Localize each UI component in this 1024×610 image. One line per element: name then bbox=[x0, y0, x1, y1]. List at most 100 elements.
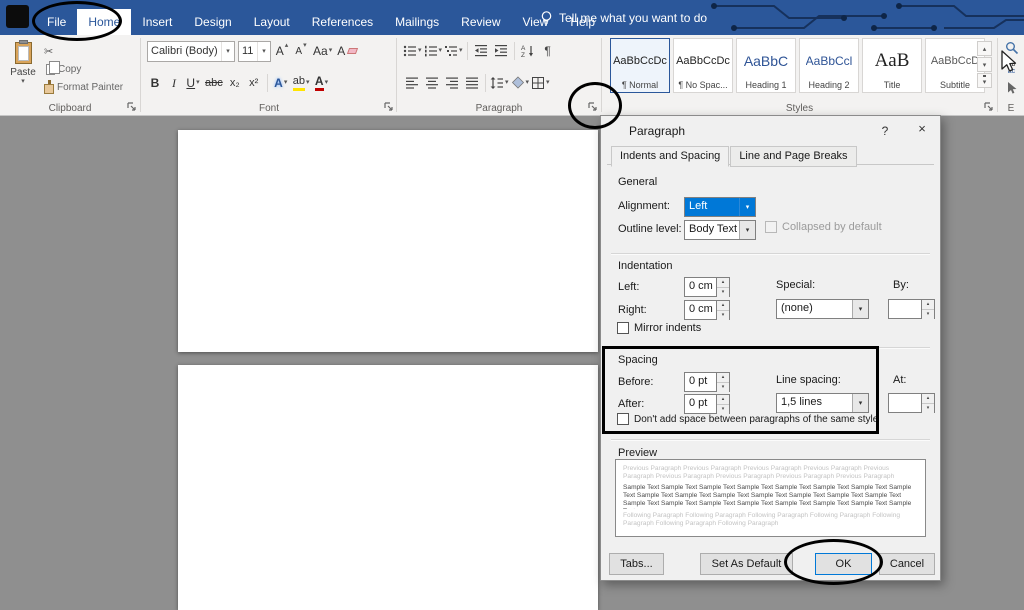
by-spinner[interactable]: ▴ ▾ bbox=[888, 299, 935, 319]
at-spinner[interactable]: ▴ ▾ bbox=[888, 393, 935, 413]
alignment-select[interactable]: Left ▾ bbox=[684, 197, 756, 217]
tabs-button[interactable]: Tabs... bbox=[609, 553, 664, 575]
sort-button[interactable]: AZ bbox=[519, 41, 537, 62]
underline-button[interactable]: U ▾ bbox=[185, 73, 201, 94]
chevron-down-icon[interactable]: ▾ bbox=[852, 300, 868, 318]
align-left-button[interactable] bbox=[403, 73, 421, 94]
spin-up-button[interactable]: ▴ bbox=[717, 301, 729, 311]
gallery-down-button[interactable]: ▾ bbox=[977, 57, 992, 72]
strikethrough-button[interactable]: abc bbox=[204, 73, 224, 94]
paste-button[interactable]: Paste ▾ bbox=[5, 39, 41, 101]
borders-button[interactable]: ▾ bbox=[531, 73, 550, 94]
chevron-down-icon[interactable]: ▾ bbox=[221, 41, 234, 61]
align-right-button[interactable] bbox=[443, 73, 461, 94]
gallery-up-button[interactable]: ▴ bbox=[977, 41, 992, 56]
grow-font-button[interactable]: A ▴ bbox=[274, 41, 290, 62]
ok-button[interactable]: OK bbox=[815, 553, 872, 575]
styles-dialog-launcher[interactable] bbox=[984, 102, 994, 112]
spin-down-button[interactable]: ▾ bbox=[922, 404, 934, 413]
select-button[interactable] bbox=[1002, 79, 1021, 97]
style-card-heading1[interactable]: AaBbC Heading 1 bbox=[736, 38, 796, 93]
shrink-font-button[interactable]: A ▾ bbox=[293, 41, 309, 62]
chevron-down-icon[interactable]: ▾ bbox=[739, 198, 755, 216]
clear-formatting-button[interactable]: A bbox=[336, 41, 359, 62]
subscript-button[interactable]: x₂ bbox=[227, 73, 243, 94]
chevron-down-icon: ▾ bbox=[328, 47, 333, 54]
tell-me-box[interactable]: Tell me what you want to do bbox=[540, 0, 707, 35]
spin-up-button[interactable]: ▴ bbox=[717, 373, 729, 383]
increase-indent-button[interactable] bbox=[492, 41, 510, 62]
bullets-button[interactable]: ▾ bbox=[403, 41, 422, 62]
word-app-icon[interactable] bbox=[6, 5, 29, 28]
chevron-down-icon[interactable]: ▾ bbox=[739, 221, 755, 239]
spin-down-button[interactable]: ▾ bbox=[717, 288, 729, 297]
font-color-button[interactable]: A ▾ bbox=[314, 73, 330, 94]
dont-add-space-checkbox[interactable]: Don't add space between paragraphs of th… bbox=[617, 413, 878, 425]
format-painter-button[interactable]: Format Painter bbox=[44, 79, 123, 96]
font-size-select[interactable]: 11 ▾ bbox=[238, 40, 271, 62]
ribbon-tab-file[interactable]: File bbox=[36, 9, 77, 35]
special-select[interactable]: (none) ▾ bbox=[776, 299, 869, 319]
chevron-down-icon[interactable]: ▾ bbox=[257, 41, 270, 61]
help-button[interactable]: ? bbox=[877, 124, 893, 138]
gallery-more-button[interactable]: ▾ bbox=[977, 73, 992, 88]
bold-button[interactable]: B bbox=[147, 73, 163, 94]
style-name: Heading 2 bbox=[808, 80, 850, 90]
close-button[interactable]: × bbox=[912, 121, 932, 136]
outline-level-select[interactable]: Body Text ▾ bbox=[684, 220, 756, 240]
ribbon-tab-home[interactable]: Home bbox=[77, 9, 132, 35]
style-card-no-spacing[interactable]: AaBbCcDc ¶ No Spac... bbox=[673, 38, 733, 93]
checkbox-box[interactable] bbox=[617, 413, 629, 425]
spin-up-button[interactable]: ▴ bbox=[922, 300, 934, 310]
paragraph-dialog-launcher[interactable] bbox=[588, 102, 598, 112]
spacing-before-spinner[interactable]: 0 pt ▴ ▾ bbox=[684, 372, 730, 392]
spacing-after-spinner[interactable]: 0 pt ▴ ▾ bbox=[684, 394, 730, 414]
style-card-subtitle[interactable]: AaBbCcD Subtitle bbox=[925, 38, 985, 93]
font-dialog-launcher[interactable] bbox=[384, 102, 394, 112]
spin-up-button[interactable]: ▴ bbox=[717, 278, 729, 288]
indent-right-spinner[interactable]: 0 cm ▴ ▾ bbox=[684, 300, 730, 320]
spin-up-button[interactable]: ▴ bbox=[717, 395, 729, 405]
superscript-button[interactable]: x² bbox=[246, 73, 262, 94]
ribbon-tab-design[interactable]: Design bbox=[183, 9, 242, 35]
highlight-button[interactable]: ab ▾ bbox=[292, 73, 311, 94]
change-case-button[interactable]: Aa ▾ bbox=[312, 41, 333, 62]
justify-button[interactable] bbox=[463, 73, 481, 94]
document-page[interactable] bbox=[178, 130, 598, 352]
tab-indents-and-spacing[interactable]: Indents and Spacing bbox=[611, 146, 730, 167]
copy-button[interactable]: Copy bbox=[44, 61, 81, 78]
style-card-title[interactable]: AaB Title bbox=[862, 38, 922, 93]
multilevel-list-button[interactable]: ▾ bbox=[444, 41, 463, 62]
numbering-button[interactable]: ▾ bbox=[424, 41, 442, 62]
font-family-select[interactable]: Calibri (Body) ▾ bbox=[147, 40, 235, 62]
spin-down-button[interactable]: ▾ bbox=[717, 383, 729, 392]
ribbon-tab-references[interactable]: References bbox=[301, 9, 384, 35]
align-center-button[interactable] bbox=[423, 73, 441, 94]
tab-line-and-page-breaks[interactable]: Line and Page Breaks bbox=[730, 146, 857, 167]
clipboard-dialog-launcher[interactable] bbox=[127, 102, 137, 112]
set-as-default-button[interactable]: Set As Default bbox=[700, 553, 793, 575]
mirror-indents-checkbox[interactable]: Mirror indents bbox=[617, 322, 701, 334]
style-card-heading2[interactable]: AaBbCcl Heading 2 bbox=[799, 38, 859, 93]
ribbon-tab-insert[interactable]: Insert bbox=[131, 9, 183, 35]
ribbon-tab-review[interactable]: Review bbox=[450, 9, 511, 35]
text-effects-button[interactable]: A ▾ bbox=[273, 73, 289, 94]
spin-up-button[interactable]: ▴ bbox=[922, 394, 934, 404]
italic-button[interactable]: I bbox=[166, 73, 182, 94]
cut-button[interactable]: ✂ bbox=[44, 43, 53, 60]
shading-button[interactable]: ▾ bbox=[511, 73, 529, 94]
line-spacing-button[interactable]: ▾ bbox=[490, 73, 509, 94]
ribbon-tab-layout[interactable]: Layout bbox=[243, 9, 301, 35]
show-formatting-button[interactable]: ¶ bbox=[539, 41, 557, 62]
checkbox-box[interactable] bbox=[617, 322, 629, 334]
cancel-button[interactable]: Cancel bbox=[879, 553, 935, 575]
style-card-normal[interactable]: AaBbCcDc ¶ Normal bbox=[610, 38, 670, 93]
ribbon-tab-mailings[interactable]: Mailings bbox=[384, 9, 450, 35]
spin-down-button[interactable]: ▾ bbox=[717, 311, 729, 320]
indent-left-spinner[interactable]: 0 cm ▴ ▾ bbox=[684, 277, 730, 297]
line-spacing-select[interactable]: 1,5 lines ▾ bbox=[776, 393, 869, 413]
spin-down-button[interactable]: ▾ bbox=[922, 310, 934, 319]
document-page[interactable] bbox=[178, 365, 598, 610]
chevron-down-icon[interactable]: ▾ bbox=[852, 394, 868, 412]
decrease-indent-button[interactable] bbox=[472, 41, 490, 62]
